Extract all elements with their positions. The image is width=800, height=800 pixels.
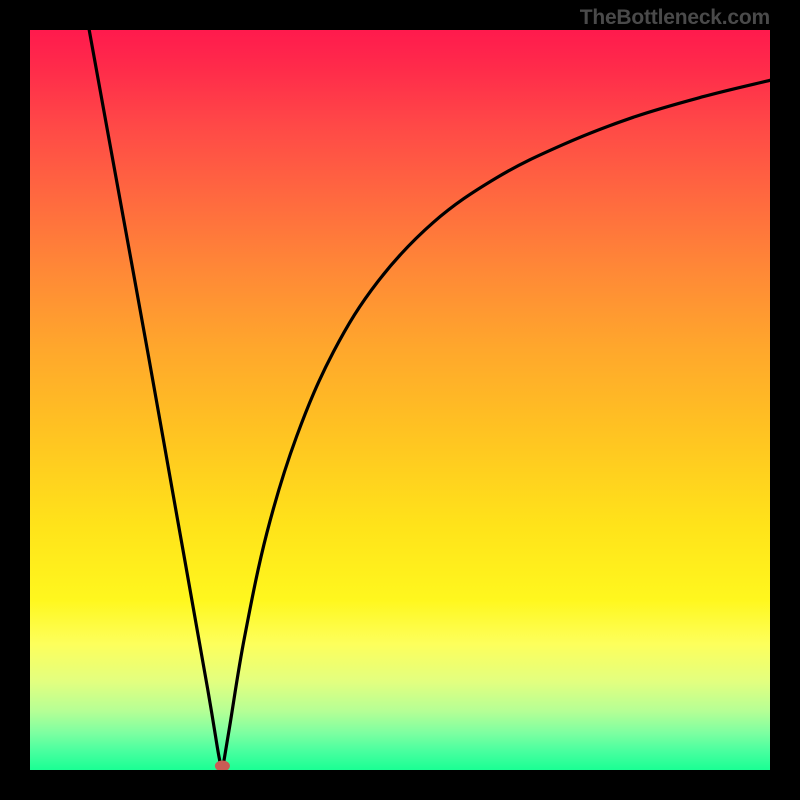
curve-svg [30, 30, 770, 770]
right-branch-path [222, 80, 770, 770]
minimum-dot [215, 761, 229, 770]
source-credit: TheBottleneck.com [580, 6, 770, 30]
left-branch-path [89, 30, 222, 770]
plot-area [30, 30, 770, 770]
chart-frame: TheBottleneck.com [0, 0, 800, 800]
